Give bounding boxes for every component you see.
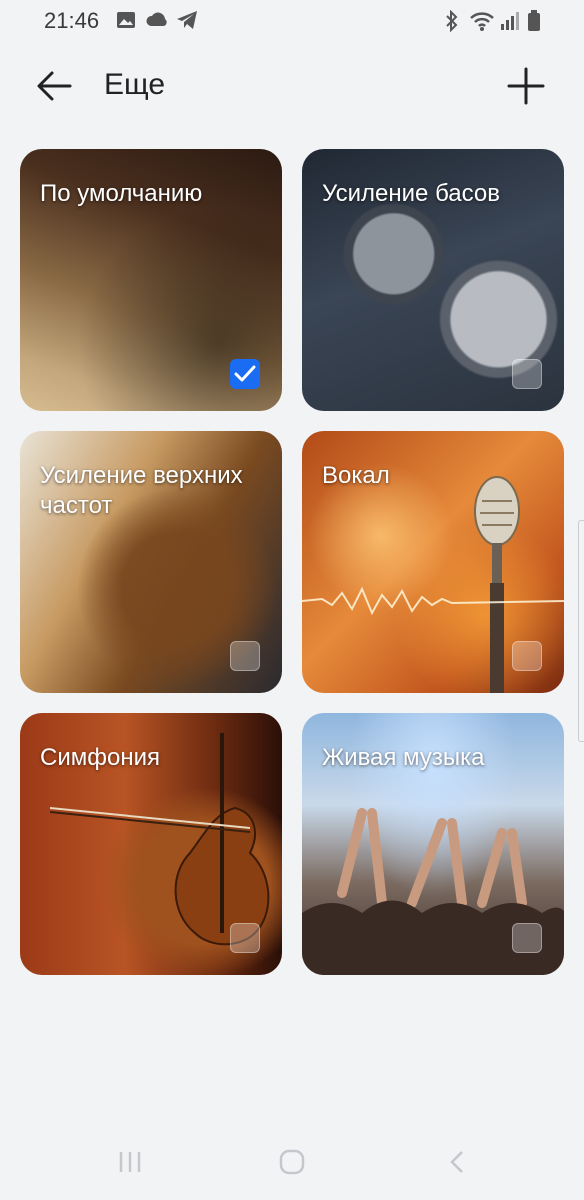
preset-checkbox[interactable] — [230, 923, 260, 953]
gallery-icon — [117, 12, 135, 28]
back-button[interactable] — [34, 66, 84, 106]
preset-label: Усиление басов — [322, 180, 500, 207]
preset-card-default[interactable]: По умолчанию — [20, 149, 282, 411]
wifi-icon — [470, 12, 494, 31]
page-title: Еще — [104, 68, 166, 101]
arrow-left-icon — [37, 71, 72, 101]
status-time: 21:46 — [44, 8, 100, 33]
preset-card-treble-boost[interactable]: Усиление верхних частот — [20, 431, 282, 693]
preset-checkbox-checked[interactable] — [230, 359, 260, 389]
preset-label: Усиление верхних частот — [40, 462, 243, 519]
home-icon[interactable] — [278, 1148, 306, 1176]
status-bar: 21:46 — [0, 0, 584, 44]
battery-icon — [528, 10, 540, 31]
preset-card-bass-boost[interactable]: Усиление басов — [302, 149, 564, 411]
preset-checkbox[interactable] — [512, 359, 542, 389]
edge-panel-handle[interactable] — [578, 520, 584, 742]
preset-checkbox[interactable] — [512, 641, 542, 671]
add-preset-button[interactable] — [504, 64, 548, 108]
cello-icon — [174, 733, 270, 946]
preset-checkbox[interactable] — [512, 923, 542, 953]
back-icon[interactable] — [444, 1148, 472, 1176]
plus-icon — [507, 67, 545, 105]
bow-icon — [50, 807, 250, 833]
preset-card-live-music[interactable]: Живая музыка — [302, 713, 564, 975]
recent-apps-icon[interactable] — [116, 1148, 144, 1176]
navigation-bar — [0, 1130, 584, 1200]
telegram-icon — [177, 11, 197, 29]
header: Еще — [0, 52, 584, 122]
preset-label: Живая музыка — [322, 744, 485, 771]
signal-icon — [501, 12, 519, 30]
preset-label: По умолчанию — [40, 180, 203, 207]
soundwave-icon — [302, 586, 564, 616]
checkmark-icon — [234, 365, 256, 382]
preset-card-symphony[interactable]: Симфония — [20, 713, 282, 975]
preset-card-vocal[interactable]: Вокал — [302, 431, 564, 693]
bluetooth-icon — [446, 10, 458, 32]
cloud-icon — [146, 12, 167, 26]
preset-checkbox[interactable] — [230, 641, 260, 671]
